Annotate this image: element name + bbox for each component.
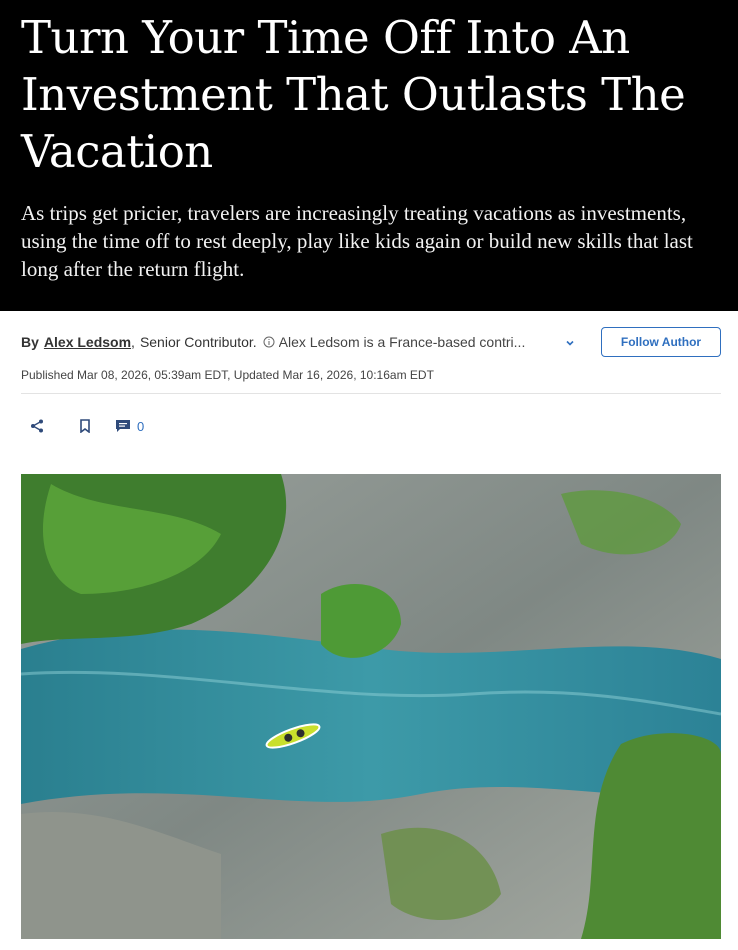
article-actions: 0 <box>21 412 144 440</box>
byline: By Alex Ledsom , Senior Contributor. Ale… <box>21 326 721 358</box>
bookmark-icon <box>80 419 90 433</box>
author-title: Senior Contributor. <box>139 334 257 350</box>
comment-count: 0 <box>137 418 145 434</box>
byline-comma: , <box>131 334 135 350</box>
hero-image <box>21 474 721 939</box>
article-headline: Turn Your Time Off Into An Investment Th… <box>21 11 686 178</box>
comment-icon <box>116 420 130 432</box>
share-icon <box>31 419 43 433</box>
follow-author-button[interactable]: Follow Author <box>601 327 721 357</box>
author-name-link[interactable]: Alex Ledsom <box>44 334 131 350</box>
info-icon <box>263 336 275 348</box>
share-button[interactable] <box>21 412 53 440</box>
publish-dates: Published Mar 08, 2026, 05:39am EDT, Upd… <box>21 368 434 382</box>
expand-bio-button[interactable] <box>561 334 579 352</box>
article-dek: As trips get pricier, travelers are incr… <box>21 201 693 281</box>
author-bio: Alex Ledsom is a France-based contri... <box>278 334 526 350</box>
by-label: By <box>21 334 39 350</box>
article-header: Turn Your Time Off Into An Investment Th… <box>0 0 738 311</box>
bookmark-button[interactable] <box>61 412 109 440</box>
chevron-down-icon <box>566 340 574 346</box>
divider <box>21 393 721 394</box>
comments-button[interactable]: 0 <box>115 412 144 440</box>
